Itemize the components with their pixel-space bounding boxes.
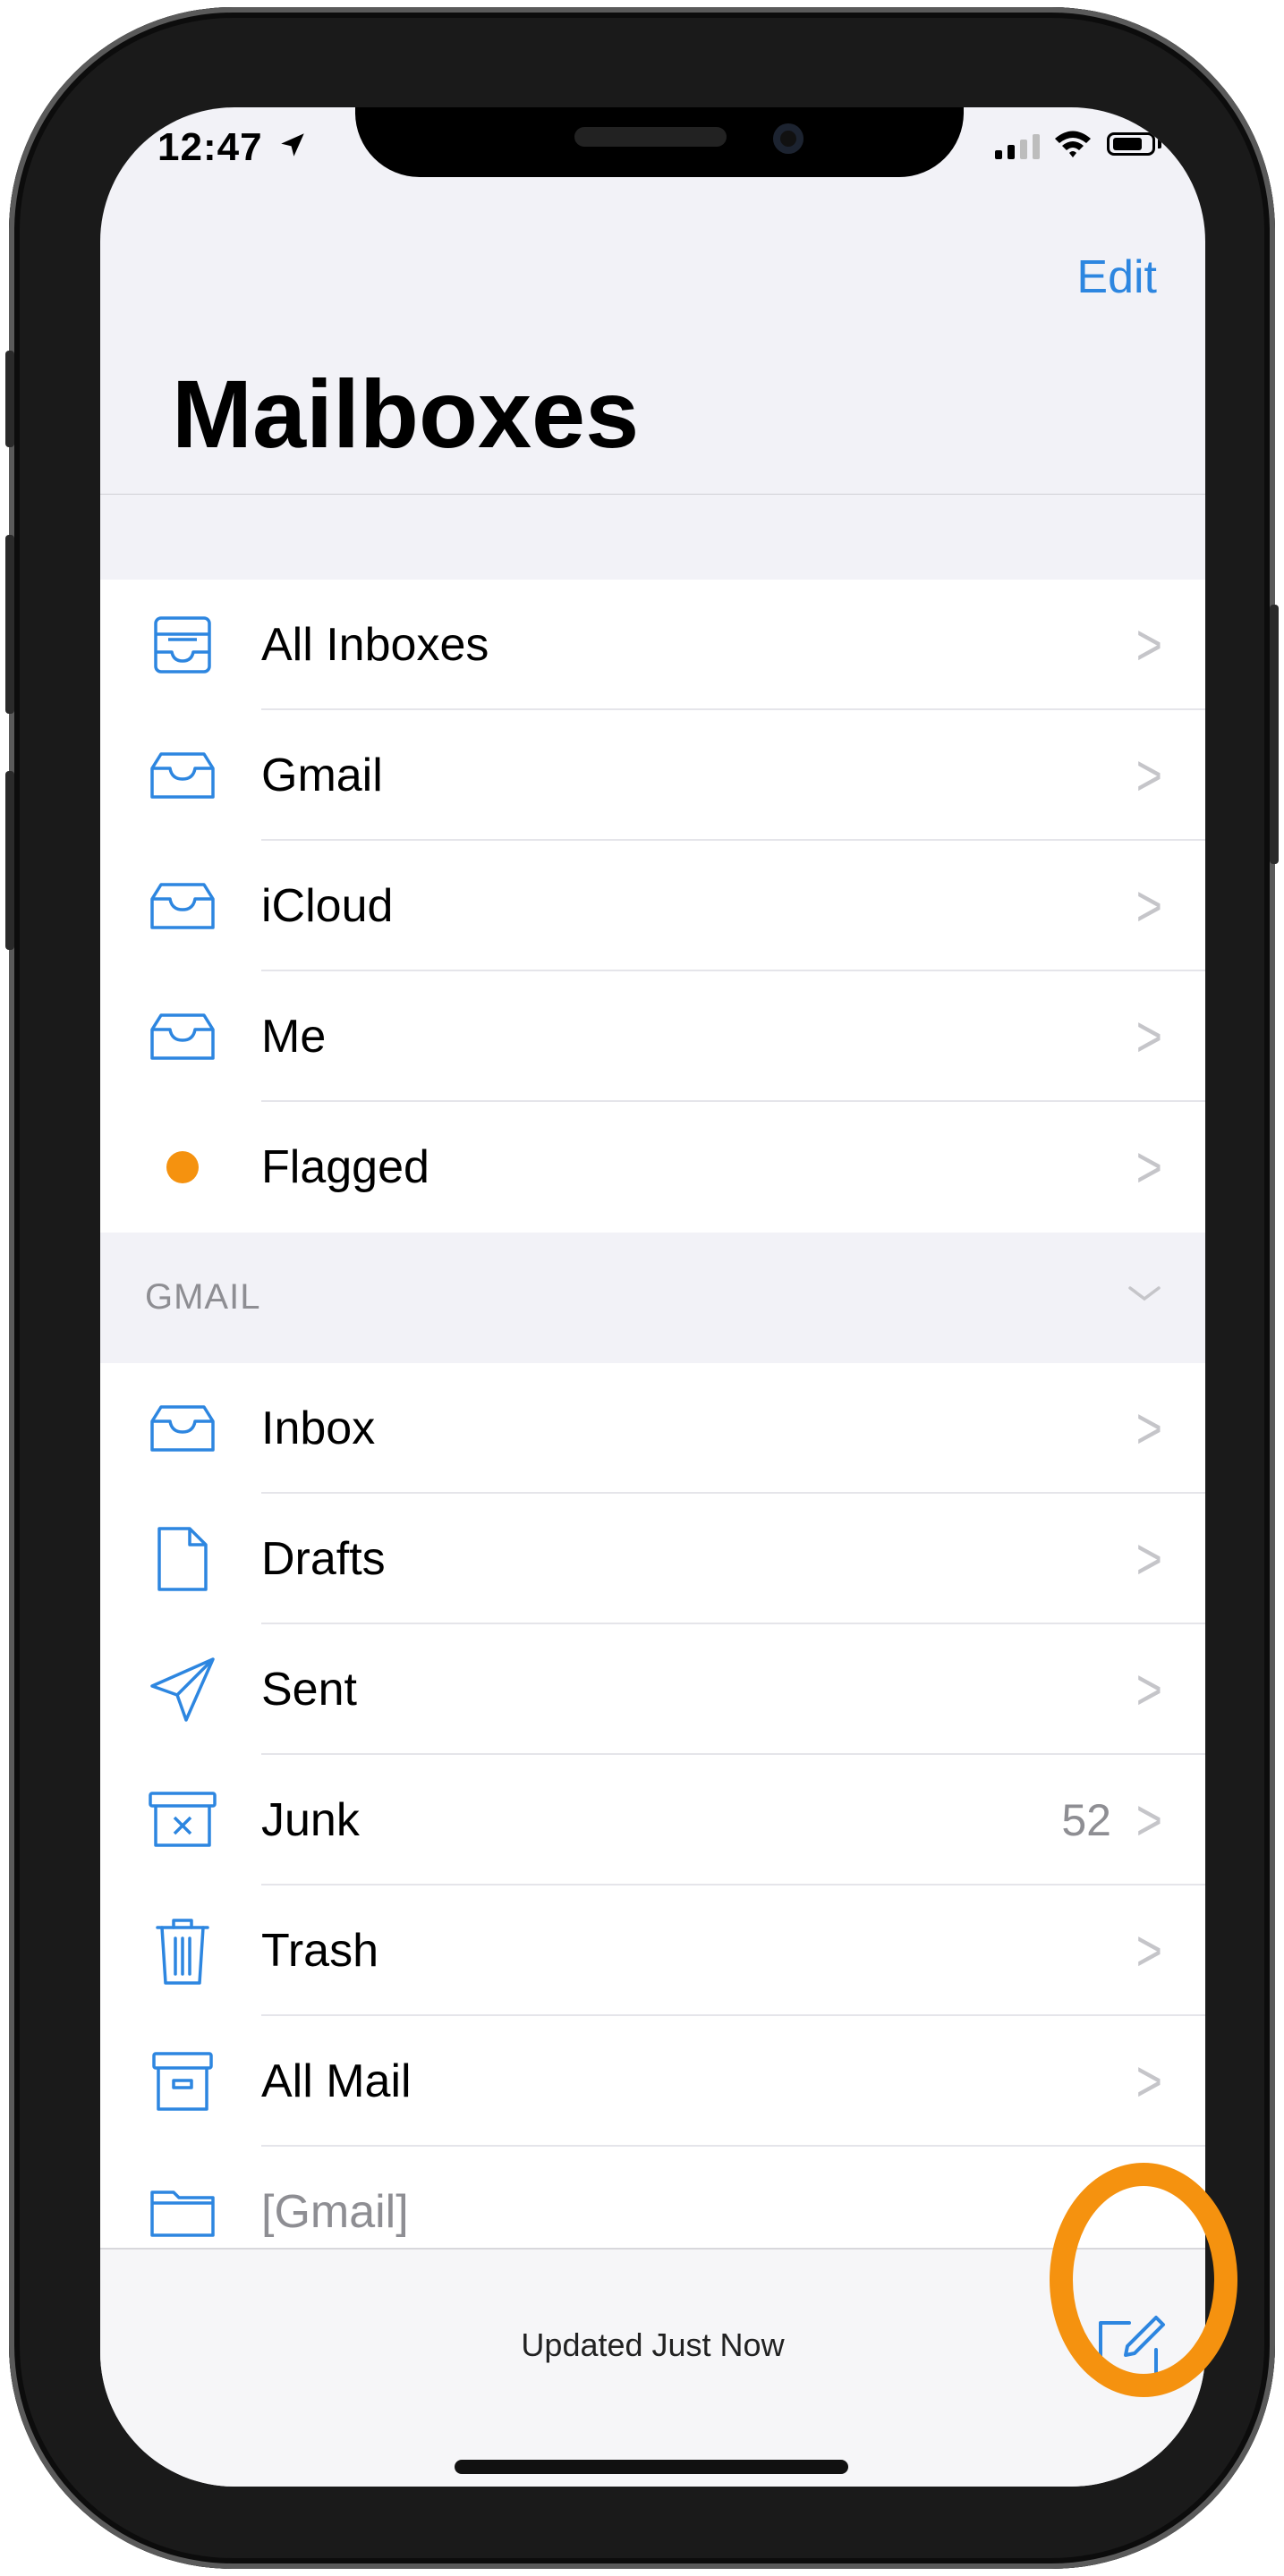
- chevron-right-icon: >: [1135, 1134, 1162, 1200]
- notch: [355, 107, 964, 177]
- mailbox-row-inbox[interactable]: Inbox >: [100, 1363, 1205, 1494]
- compose-highlight-ring: [1050, 2163, 1237, 2397]
- all-inboxes-icon: [147, 609, 218, 681]
- inbox-tray-icon: [147, 740, 218, 811]
- trash-icon: [147, 1915, 218, 1987]
- mailbox-label: [Gmail]: [261, 2186, 409, 2238]
- chevron-right-icon: >: [1135, 1395, 1162, 1462]
- chevron-right-icon: >: [1135, 742, 1162, 809]
- inbox-tray-icon: [147, 1001, 218, 1072]
- bottom-toolbar: Updated Just Now: [100, 2248, 1205, 2487]
- edit-button[interactable]: Edit: [1076, 250, 1157, 304]
- page-title: Mailboxes: [172, 360, 640, 468]
- chevron-right-icon: >: [1135, 873, 1162, 939]
- mailbox-label: Flagged: [261, 1141, 429, 1193]
- battery-tip: [1158, 140, 1161, 148]
- inbox-tray-icon: [147, 1393, 218, 1464]
- chevron-right-icon: >: [1135, 612, 1162, 678]
- screen: 12:47 Edit Mailboxes All Inboxes > Gmail…: [100, 107, 1205, 2487]
- mailbox-row-icloud[interactable]: iCloud >: [100, 841, 1205, 971]
- mailbox-label: All Mail: [261, 2055, 412, 2107]
- chevron-down-icon: [1128, 1286, 1161, 1301]
- mailbox-row-gmail[interactable]: Gmail >: [100, 710, 1205, 841]
- mailbox-label: Inbox: [261, 1402, 376, 1454]
- front-camera: [773, 123, 804, 154]
- document-icon: [147, 1523, 218, 1595]
- folder-icon: [147, 2176, 218, 2248]
- mailbox-row-flagged[interactable]: Flagged >: [100, 1102, 1205, 1233]
- mailbox-row-drafts[interactable]: Drafts >: [100, 1494, 1205, 1624]
- update-status: Updated Just Now: [521, 2326, 785, 2363]
- mailbox-label: Gmail: [261, 750, 383, 801]
- inbox-tray-icon: [147, 870, 218, 942]
- paper-plane-icon: [147, 1654, 218, 1725]
- mailbox-row-sent[interactable]: Sent >: [100, 1624, 1205, 1755]
- signal-icon: [995, 134, 1040, 159]
- mailbox-label: All Inboxes: [261, 619, 489, 671]
- title-divider: [100, 494, 1205, 495]
- mailbox-row-all-mail[interactable]: All Mail >: [100, 2016, 1205, 2147]
- chevron-right-icon: >: [1135, 1787, 1162, 1853]
- battery-icon: [1107, 132, 1155, 156]
- archive-box-icon: [147, 2046, 218, 2117]
- mailbox-label: iCloud: [261, 880, 394, 932]
- mailbox-label: Drafts: [261, 1533, 386, 1585]
- favorites-list: All Inboxes > Gmail > iCloud > Me > Flag…: [100, 580, 1205, 1233]
- location-arrow-icon: [281, 133, 304, 157]
- mailbox-row-junk[interactable]: Junk 52 >: [100, 1755, 1205, 1885]
- chevron-right-icon: >: [1135, 1918, 1162, 1984]
- flag-dot-icon: [147, 1131, 218, 1203]
- chevron-right-icon: >: [1135, 1526, 1162, 1592]
- mailbox-row-all-inboxes[interactable]: All Inboxes >: [100, 580, 1205, 710]
- unread-count: 52: [1061, 1795, 1111, 1845]
- section-header-label: GMAIL: [145, 1277, 261, 1317]
- mute-switch: [5, 351, 14, 447]
- chevron-right-icon: >: [1135, 1657, 1162, 1723]
- mailbox-row-me[interactable]: Me >: [100, 971, 1205, 1102]
- chevron-right-icon: >: [1135, 1004, 1162, 1070]
- wifi-icon: [1055, 131, 1091, 157]
- gmail-section-header[interactable]: GMAIL: [100, 1233, 1205, 1363]
- volume-down-button: [5, 771, 14, 950]
- earpiece: [574, 127, 727, 147]
- mailbox-label: Me: [261, 1011, 327, 1063]
- volume-up-button: [5, 535, 14, 714]
- chevron-right-icon: >: [1135, 2048, 1162, 2114]
- status-time: 12:47: [157, 125, 263, 169]
- junk-icon: [147, 1784, 218, 1856]
- mailbox-label: Sent: [261, 1664, 357, 1716]
- power-button: [1270, 605, 1279, 864]
- mailbox-label: Trash: [261, 1925, 378, 1977]
- gmail-mailbox-list: Inbox > Drafts > Sent > Junk 52 > Trash …: [100, 1363, 1205, 2277]
- mailbox-row-trash[interactable]: Trash >: [100, 1885, 1205, 2016]
- home-indicator[interactable]: [455, 2460, 848, 2474]
- mailbox-label: Junk: [261, 1794, 360, 1846]
